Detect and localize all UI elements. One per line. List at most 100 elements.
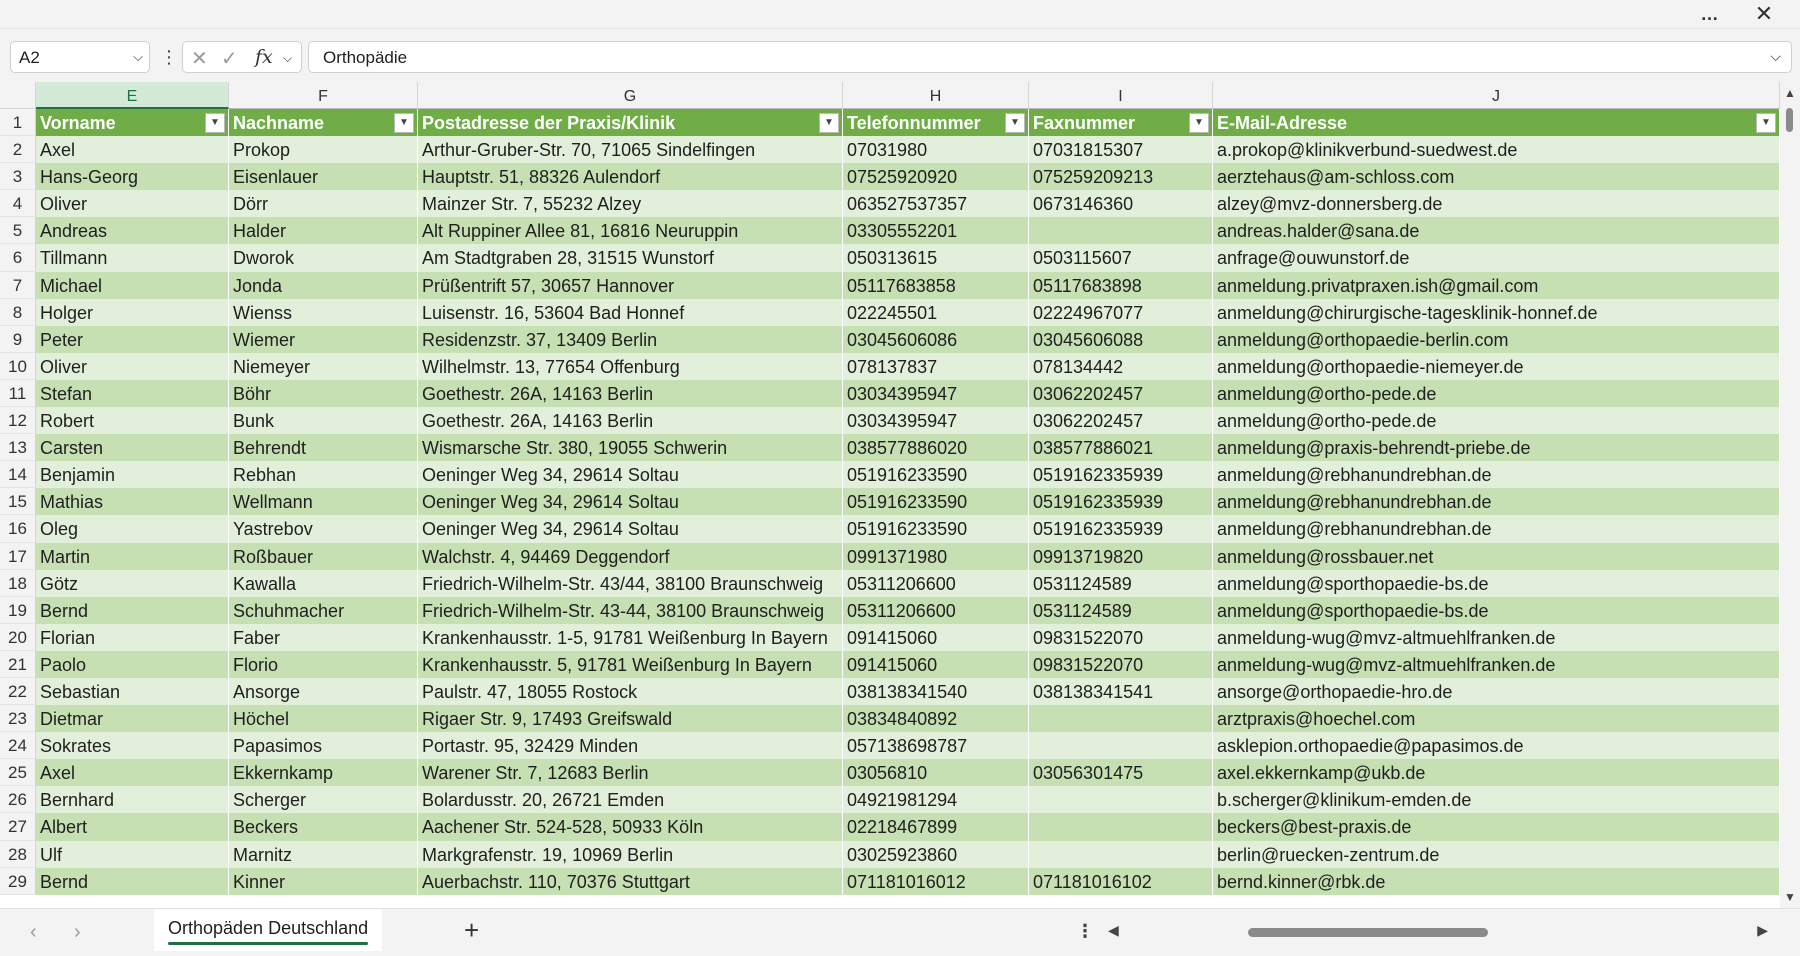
row-number[interactable]: 25 bbox=[0, 759, 36, 787]
filter-dropdown-icon[interactable]: ▼ bbox=[819, 113, 839, 133]
filter-dropdown-icon[interactable]: ▼ bbox=[1005, 113, 1025, 133]
table-cell[interactable]: Yastrebov bbox=[229, 515, 418, 543]
cancel-icon[interactable]: ✕ bbox=[191, 46, 208, 71]
table-cell[interactable]: Florian bbox=[36, 623, 229, 651]
row-number[interactable]: 18 bbox=[0, 569, 36, 597]
table-cell[interactable]: Eisenlauer bbox=[229, 163, 418, 191]
table-cell[interactable]: Wilhelmstr. 13, 77654 Offenburg bbox=[418, 352, 843, 380]
table-cell[interactable]: Krankenhausstr. 1-5, 91781 Weißenburg In… bbox=[418, 623, 843, 651]
table-cell[interactable]: anmeldung@chirurgische-tagesklinik-honne… bbox=[1213, 298, 1780, 326]
formula-value[interactable]: Orthopädie bbox=[323, 48, 407, 68]
header-cell[interactable]: Faxnummer ▼ bbox=[1029, 109, 1213, 137]
sheet-tab-orthopaeden-deutschland[interactable]: Orthopäden Deutschland bbox=[154, 909, 383, 951]
row-number[interactable]: 28 bbox=[0, 840, 36, 868]
table-cell[interactable]: Ulf bbox=[36, 840, 229, 868]
table-cell[interactable]: 078137837 bbox=[843, 352, 1029, 380]
column-header-e[interactable]: E bbox=[36, 82, 229, 109]
table-cell[interactable]: anmeldung@orthopaedie-niemeyer.de bbox=[1213, 352, 1780, 380]
table-cell[interactable]: Tillmann bbox=[36, 244, 229, 272]
column-header-f[interactable]: F bbox=[229, 82, 418, 109]
table-cell[interactable]: anmeldung@orthopaedie-berlin.com bbox=[1213, 325, 1780, 353]
insert-function-icon[interactable]: fx bbox=[255, 46, 273, 68]
row-number[interactable]: 11 bbox=[0, 379, 36, 408]
table-cell[interactable]: Wienss bbox=[229, 298, 418, 326]
table-cell[interactable]: 0673146360 bbox=[1029, 190, 1213, 218]
table-cell[interactable]: Paolo bbox=[36, 650, 229, 678]
table-cell[interactable] bbox=[1029, 217, 1213, 245]
table-cell[interactable]: Am Stadtgraben 28, 31515 Wunstorf bbox=[418, 244, 843, 272]
close-icon[interactable]: ✕ bbox=[1742, 0, 1786, 28]
table-cell[interactable]: 051916233590 bbox=[843, 461, 1029, 489]
horizontal-scroll-thumb[interactable] bbox=[1248, 928, 1488, 937]
table-cell[interactable]: Ekkernkamp bbox=[229, 759, 418, 787]
column-header-j[interactable]: J bbox=[1213, 82, 1780, 109]
table-cell[interactable]: Walchstr. 4, 94469 Deggendorf bbox=[418, 542, 843, 570]
table-cell[interactable]: Luisenstr. 16, 53604 Bad Honnef bbox=[418, 298, 843, 326]
table-cell[interactable]: alzey@mvz-donnersberg.de bbox=[1213, 190, 1780, 218]
scroll-right-icon[interactable]: ▶ bbox=[1757, 922, 1768, 939]
table-cell[interactable]: Friedrich-Wilhelm-Str. 43/44, 38100 Brau… bbox=[418, 569, 843, 597]
table-cell[interactable]: Rebhan bbox=[229, 461, 418, 489]
table-cell[interactable]: Beckers bbox=[229, 813, 418, 841]
table-cell[interactable]: 05311206600 bbox=[843, 596, 1029, 624]
row-number[interactable]: 21 bbox=[0, 650, 36, 678]
table-cell[interactable]: 03034395947 bbox=[843, 379, 1029, 408]
table-cell[interactable]: 038577886021 bbox=[1029, 434, 1213, 462]
table-cell[interactable]: Prokop bbox=[229, 136, 418, 164]
chevron-down-icon[interactable]: ⌵ bbox=[283, 51, 292, 66]
table-cell[interactable]: a.prokop@klinikverbund-suedwest.de bbox=[1213, 136, 1780, 164]
chevron-down-icon[interactable]: ⌵ bbox=[133, 49, 143, 65]
row-number[interactable]: 17 bbox=[0, 542, 36, 570]
row-number[interactable]: 1 bbox=[0, 109, 36, 137]
name-box-value[interactable]: A2 bbox=[19, 48, 40, 68]
table-cell[interactable]: anmeldung@sporthopaedie-bs.de bbox=[1213, 596, 1780, 624]
table-cell[interactable]: Goethestr. 26A, 14163 Berlin bbox=[418, 407, 843, 435]
table-cell[interactable]: 0531124589 bbox=[1029, 596, 1213, 624]
table-cell[interactable]: Arthur-Gruber-Str. 70, 71065 Sindelfinge… bbox=[418, 136, 843, 164]
table-cell[interactable]: Andreas bbox=[36, 217, 229, 245]
row-number[interactable]: 13 bbox=[0, 434, 36, 462]
table-cell[interactable]: Sokrates bbox=[36, 732, 229, 760]
table-cell[interactable]: 03056810 bbox=[843, 759, 1029, 787]
table-cell[interactable]: 03045606088 bbox=[1029, 325, 1213, 353]
table-cell[interactable]: Dworok bbox=[229, 244, 418, 272]
table-cell[interactable]: Schuhmacher bbox=[229, 596, 418, 624]
row-number[interactable]: 24 bbox=[0, 732, 36, 760]
table-cell[interactable]: 05117683858 bbox=[843, 271, 1029, 299]
table-cell[interactable]: 09913719820 bbox=[1029, 542, 1213, 570]
table-cell[interactable]: Kawalla bbox=[229, 569, 418, 597]
table-cell[interactable]: 0519162335939 bbox=[1029, 461, 1213, 489]
table-cell[interactable]: Götz bbox=[36, 569, 229, 597]
table-cell[interactable]: axel.ekkernkamp@ukb.de bbox=[1213, 759, 1780, 787]
table-cell[interactable]: Bunk bbox=[229, 407, 418, 435]
expand-formula-icon[interactable]: ⌵ bbox=[1770, 48, 1781, 65]
table-cell[interactable]: Friedrich-Wilhelm-Str. 43-44, 38100 Brau… bbox=[418, 596, 843, 624]
table-cell[interactable]: 03056301475 bbox=[1029, 759, 1213, 787]
table-cell[interactable]: 02224967077 bbox=[1029, 298, 1213, 326]
table-cell[interactable]: Wismarsche Str. 380, 19055 Schwerin bbox=[418, 434, 843, 462]
column-header-h[interactable]: H bbox=[843, 82, 1029, 109]
table-cell[interactable]: Sebastian bbox=[36, 677, 229, 706]
table-cell[interactable]: Michael bbox=[36, 271, 229, 299]
table-cell[interactable]: Oeninger Weg 34, 29614 Soltau bbox=[418, 461, 843, 489]
table-cell[interactable]: 03834840892 bbox=[843, 705, 1029, 733]
table-cell[interactable]: Wellmann bbox=[229, 488, 418, 516]
more-options-icon[interactable]: … bbox=[1688, 0, 1732, 28]
table-cell[interactable] bbox=[1029, 786, 1213, 814]
spreadsheet-grid[interactable]: E F G H I J 1 Vorname ▼ Nachname ▼ Postadress… bbox=[0, 82, 1780, 908]
scroll-left-icon[interactable]: ◀ bbox=[1108, 922, 1119, 939]
table-cell[interactable]: anmeldung-wug@mvz-altmuehlfranken.de bbox=[1213, 623, 1780, 651]
table-cell[interactable]: Benjamin bbox=[36, 461, 229, 489]
table-cell[interactable]: 03045606086 bbox=[843, 325, 1029, 353]
select-all-corner[interactable] bbox=[0, 82, 36, 109]
table-cell[interactable]: 075259209213 bbox=[1029, 163, 1213, 191]
sheet-tab-label[interactable]: Orthopäden Deutschland bbox=[168, 918, 368, 938]
table-cell[interactable] bbox=[1029, 840, 1213, 868]
table-cell[interactable]: 0531124589 bbox=[1029, 569, 1213, 597]
table-cell[interactable]: 03305552201 bbox=[843, 217, 1029, 245]
table-cell[interactable]: Hans-Georg bbox=[36, 163, 229, 191]
table-cell[interactable]: Holger bbox=[36, 298, 229, 326]
vertical-dots-icon[interactable]: ⋮ bbox=[160, 43, 178, 71]
table-cell[interactable]: 0519162335939 bbox=[1029, 488, 1213, 516]
chevron-right-icon[interactable]: › bbox=[74, 921, 81, 944]
